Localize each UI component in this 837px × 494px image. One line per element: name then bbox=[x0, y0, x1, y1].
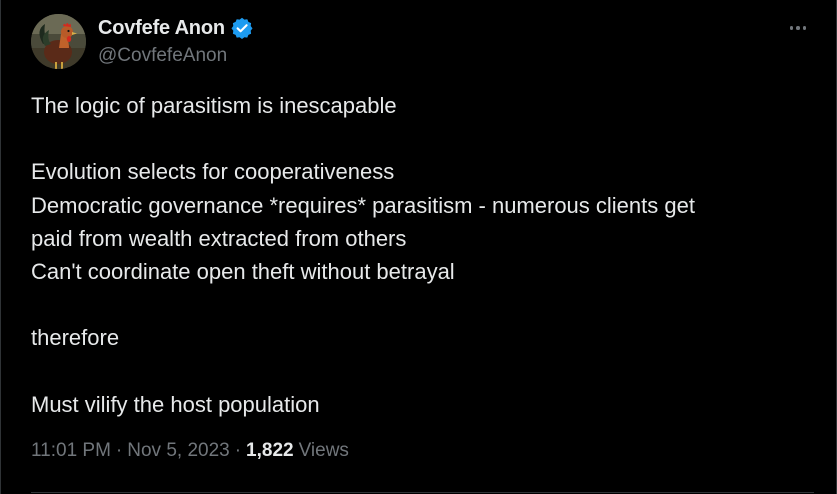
meta-separator: · bbox=[234, 440, 242, 461]
author-handle[interactable]: @CovfefeAnon bbox=[98, 45, 227, 67]
tweet-text-blank-line bbox=[31, 122, 811, 155]
more-dot-icon bbox=[802, 26, 807, 30]
rooster-avatar-icon bbox=[31, 14, 86, 69]
tweet-card: Covfefe Anon @CovfefeAnon The logic of p… bbox=[0, 0, 837, 494]
tweet-text-blank-line bbox=[31, 355, 811, 388]
tweet-text-line: Must vilify the host population bbox=[31, 391, 320, 417]
meta-separator: · bbox=[115, 440, 123, 461]
tweet-text-line: Democratic governance *requires* parasit… bbox=[31, 192, 695, 218]
tweet-text-line: Evolution selects for cooperativeness bbox=[31, 159, 395, 185]
views-count: 1,822 bbox=[246, 440, 294, 461]
verified-badge-icon[interactable] bbox=[231, 17, 253, 39]
views-label: Views bbox=[298, 440, 349, 461]
more-options-button[interactable] bbox=[781, 14, 815, 42]
tweet-text-line: paid from wealth extracted from others bbox=[31, 225, 407, 251]
tweet-text-line: The logic of parasitism is inescapable bbox=[31, 93, 397, 118]
tweet-time[interactable]: 11:01 PM bbox=[31, 440, 111, 462]
author-avatar[interactable] bbox=[31, 14, 86, 69]
author-display-name[interactable]: Covfefe Anon bbox=[98, 17, 225, 40]
tweet-meta: 11:01 PM · Nov 5, 2023 · 1,822 Views bbox=[31, 440, 349, 462]
tweet-text-blank-line bbox=[31, 288, 811, 321]
more-dot-icon bbox=[789, 26, 794, 30]
tweet-text-line: therefore bbox=[31, 325, 120, 351]
divider bbox=[31, 492, 814, 493]
author-name-row: Covfefe Anon bbox=[98, 14, 253, 42]
tweet-text-line: Can't coordinate open theft without betr… bbox=[31, 258, 455, 284]
tweet-date[interactable]: Nov 5, 2023 bbox=[127, 440, 229, 462]
more-dot-icon bbox=[796, 26, 800, 30]
tweet-text: The logic of parasitism is inescapable E… bbox=[31, 89, 811, 421]
